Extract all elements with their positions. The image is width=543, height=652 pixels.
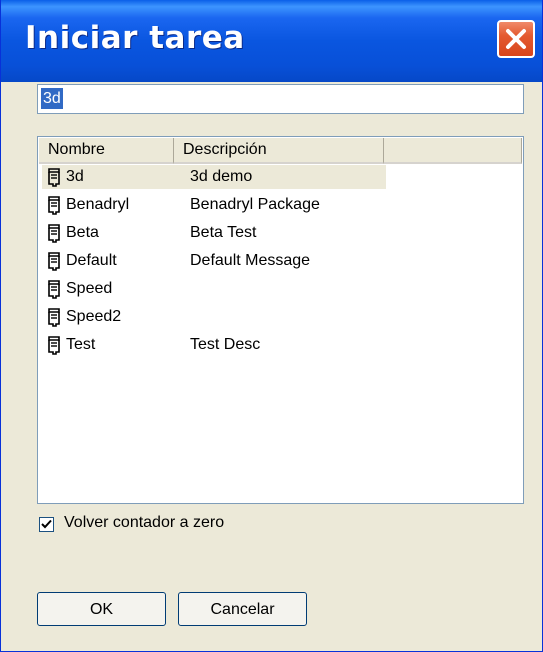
ok-button[interactable]: OK [37, 592, 166, 626]
column-header-descripcion[interactable]: Descripción [174, 138, 384, 164]
task-row[interactable]: Speed [42, 277, 386, 301]
start-task-dialog: Iniciar tarea 3d Nombre Descripción 3d 3d… [0, 0, 543, 652]
task-icon [44, 307, 64, 327]
task-icon [44, 167, 64, 187]
task-name: 3d [66, 168, 84, 185]
task-icon [44, 195, 64, 215]
task-description: Benadryl Package [190, 196, 320, 213]
task-description: 3d demo [190, 168, 253, 185]
cancel-button[interactable]: Cancelar [178, 592, 307, 626]
task-row[interactable]: Speed2 [42, 305, 386, 329]
reset-counter-checkbox[interactable] [39, 517, 54, 532]
close-icon [506, 29, 526, 49]
column-header-nombre[interactable]: Nombre [39, 138, 174, 164]
task-description: Test Desc [190, 336, 261, 353]
task-icon [44, 223, 64, 243]
task-name: Speed [66, 280, 113, 297]
task-name: Speed2 [66, 308, 122, 325]
task-row[interactable]: 3d 3d demo [42, 165, 386, 189]
task-row[interactable]: Beta Beta Test [42, 221, 386, 245]
task-name-input-value: 3d [41, 88, 63, 109]
task-name: Benadryl [66, 196, 130, 213]
task-list[interactable]: Nombre Descripción 3d 3d demo Benadryl Bena… [37, 136, 524, 504]
task-name: Default [66, 252, 117, 269]
task-icon [44, 251, 64, 271]
reset-counter-label: Volver contador a zero [64, 514, 225, 531]
close-button[interactable] [497, 20, 535, 58]
task-name-input[interactable]: 3d [37, 84, 524, 114]
task-row[interactable]: Benadryl Benadryl Package [42, 193, 386, 217]
task-icon [44, 279, 64, 299]
task-row[interactable]: Test Test Desc [42, 333, 386, 357]
column-header-empty[interactable] [384, 138, 522, 164]
dialog-title: Iniciar tarea [25, 20, 245, 56]
task-row[interactable]: Default Default Message [42, 249, 386, 273]
title-bar[interactable]: Iniciar tarea [1, 0, 542, 82]
checkmark-icon [41, 519, 52, 529]
task-description: Beta Test [190, 224, 257, 241]
task-name: Test [66, 336, 96, 353]
task-name: Beta [66, 224, 99, 241]
task-icon [44, 335, 64, 355]
task-description: Default Message [190, 252, 311, 269]
